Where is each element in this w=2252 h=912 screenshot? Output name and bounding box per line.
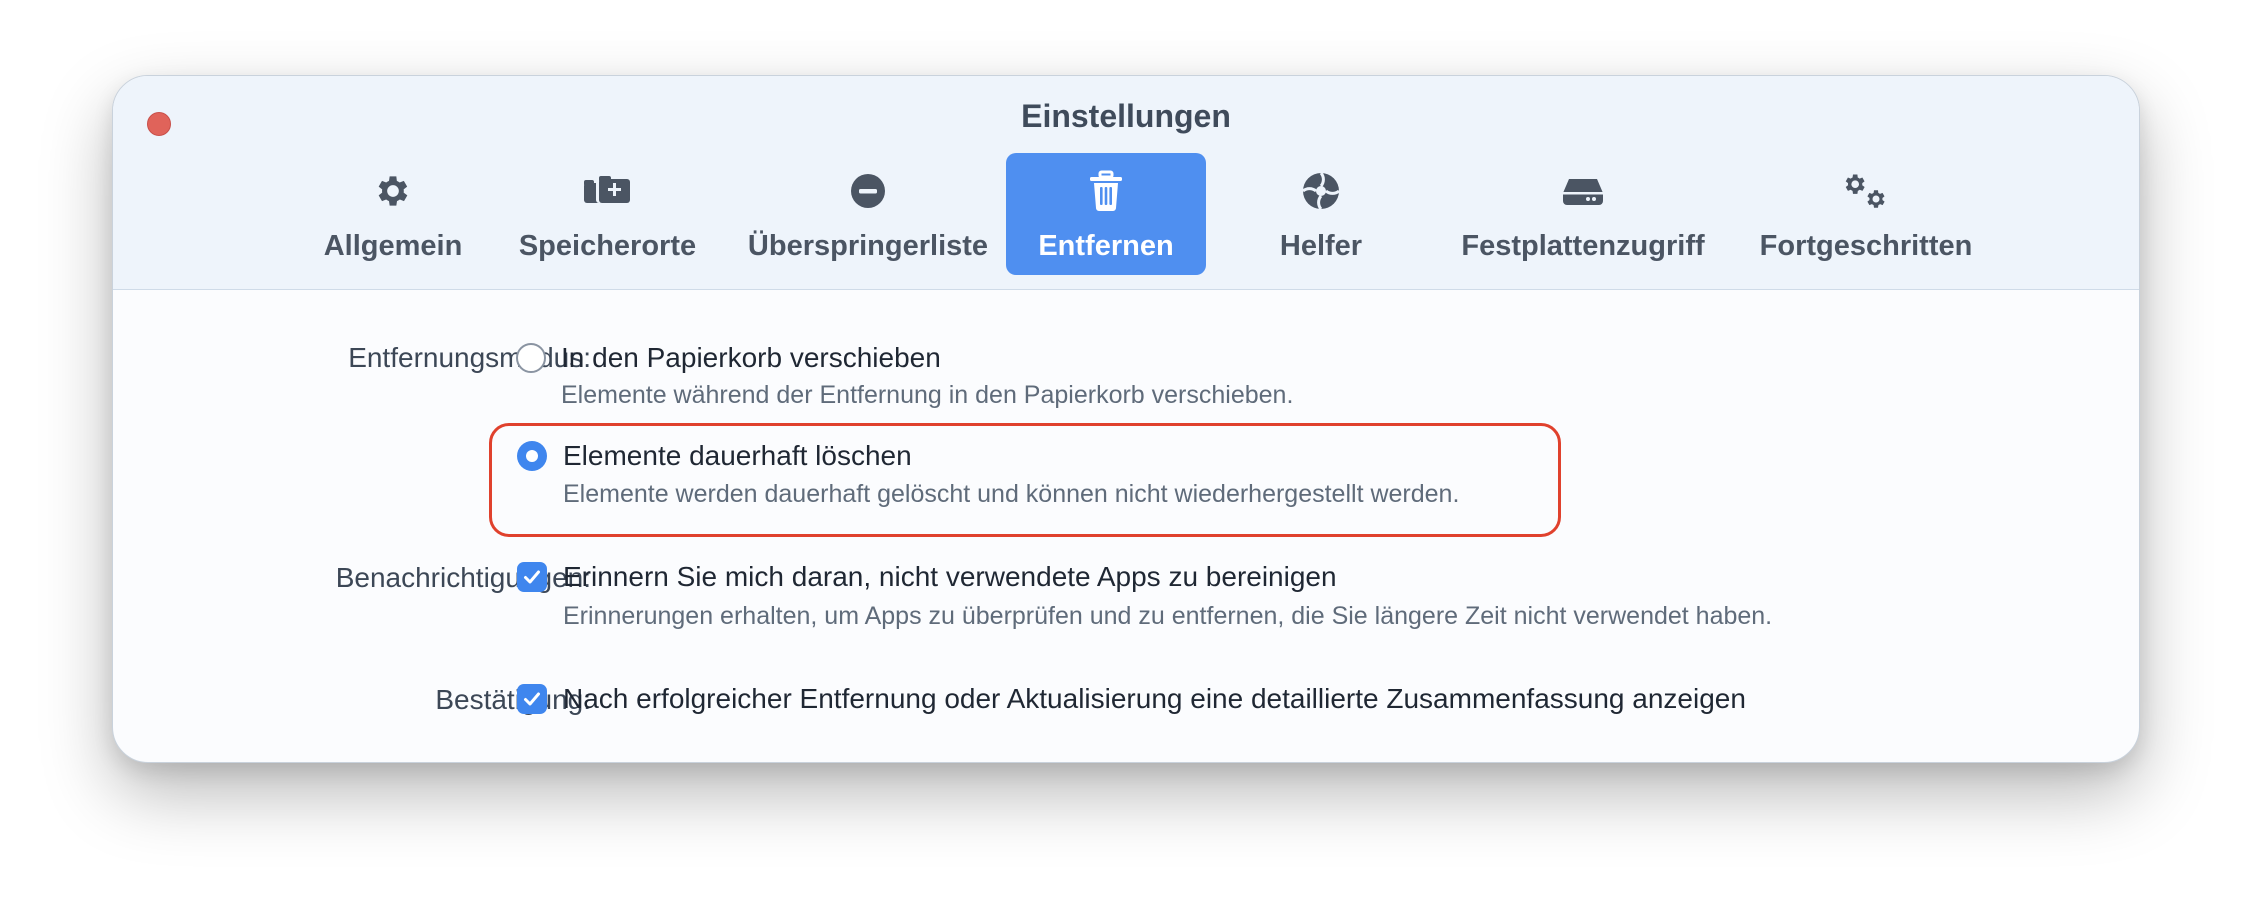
- confirmation-checkbox[interactable]: [517, 684, 547, 714]
- window-title: Einstellungen: [1021, 98, 1231, 134]
- tab-allgemein[interactable]: Allgemein: [293, 153, 493, 275]
- titlebar: Einstellungen Allgemein Speicherorte Übe…: [113, 76, 2139, 290]
- gear-icon: [293, 167, 493, 215]
- confirmation-title[interactable]: Nach erfolgreicher Entfernung oder Aktua…: [563, 683, 1746, 715]
- tab-helfer[interactable]: Helfer: [1221, 153, 1421, 275]
- disk-icon: [1443, 167, 1723, 215]
- tab-label: Entfernen: [1038, 230, 1174, 262]
- option-move-to-trash-description: Elemente während der Entfernung in den P…: [561, 381, 1294, 409]
- gears-icon: [1733, 167, 1999, 215]
- tab-entfernen[interactable]: Entfernen: [1006, 153, 1206, 275]
- checkmark-icon: [524, 692, 540, 706]
- settings-window: Einstellungen Allgemein Speicherorte Übe…: [112, 75, 2140, 763]
- tab-label: Allgemein: [323, 230, 463, 262]
- tab-label: Speicherorte: [518, 230, 697, 262]
- tab-label: Überspringerliste: [747, 230, 989, 262]
- tab-fortgeschritten[interactable]: Fortgeschritten: [1733, 153, 1999, 275]
- notifications-title[interactable]: Erinnern Sie mich daran, nicht verwendet…: [563, 561, 1337, 593]
- tab-label: Fortgeschritten: [1759, 230, 1973, 262]
- radio-delete-permanently[interactable]: [517, 441, 547, 471]
- notifications-description: Erinnerungen erhalten, um Apps zu überpr…: [563, 602, 1773, 630]
- tab-speicherorte[interactable]: Speicherorte: [495, 153, 720, 275]
- option-delete-permanently-description: Elemente werden dauerhaft gelöscht und k…: [563, 480, 1460, 508]
- option-delete-permanently-title[interactable]: Elemente dauerhaft löschen: [563, 440, 912, 472]
- folders-plus-icon: [495, 167, 720, 215]
- notifications-checkbox[interactable]: [517, 562, 547, 592]
- tab-festplattenzugriff[interactable]: Festplattenzugriff: [1443, 153, 1723, 275]
- removal-mode-label: Entfernungsmodus:: [348, 342, 591, 373]
- tab-label: Festplattenzugriff: [1461, 230, 1705, 262]
- minus-circle-icon: [723, 167, 1013, 215]
- option-move-to-trash-title[interactable]: In den Papierkorb verschieben: [561, 342, 941, 374]
- helper-icon: [1221, 167, 1421, 215]
- radio-move-to-trash[interactable]: [516, 343, 546, 373]
- tab-ueberspringerliste[interactable]: Überspringerliste: [723, 153, 1013, 275]
- checkmark-icon: [524, 570, 540, 584]
- trash-icon: [1006, 167, 1206, 215]
- notifications-label: Benachrichtigungen:: [335, 562, 591, 593]
- tab-label: Helfer: [1279, 230, 1363, 262]
